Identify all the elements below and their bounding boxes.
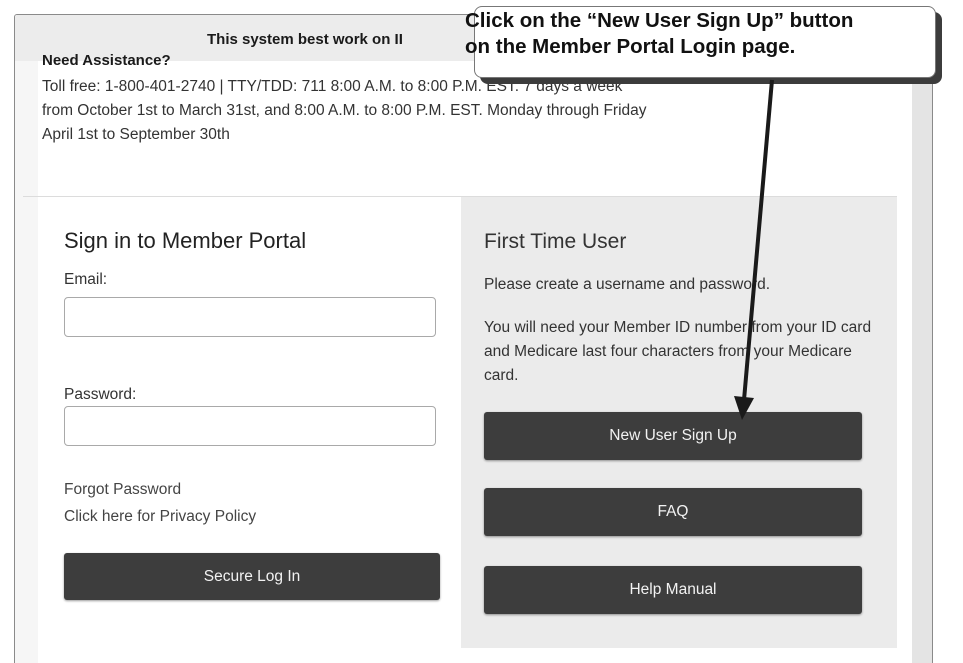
pointer-arrow-icon — [734, 79, 774, 420]
